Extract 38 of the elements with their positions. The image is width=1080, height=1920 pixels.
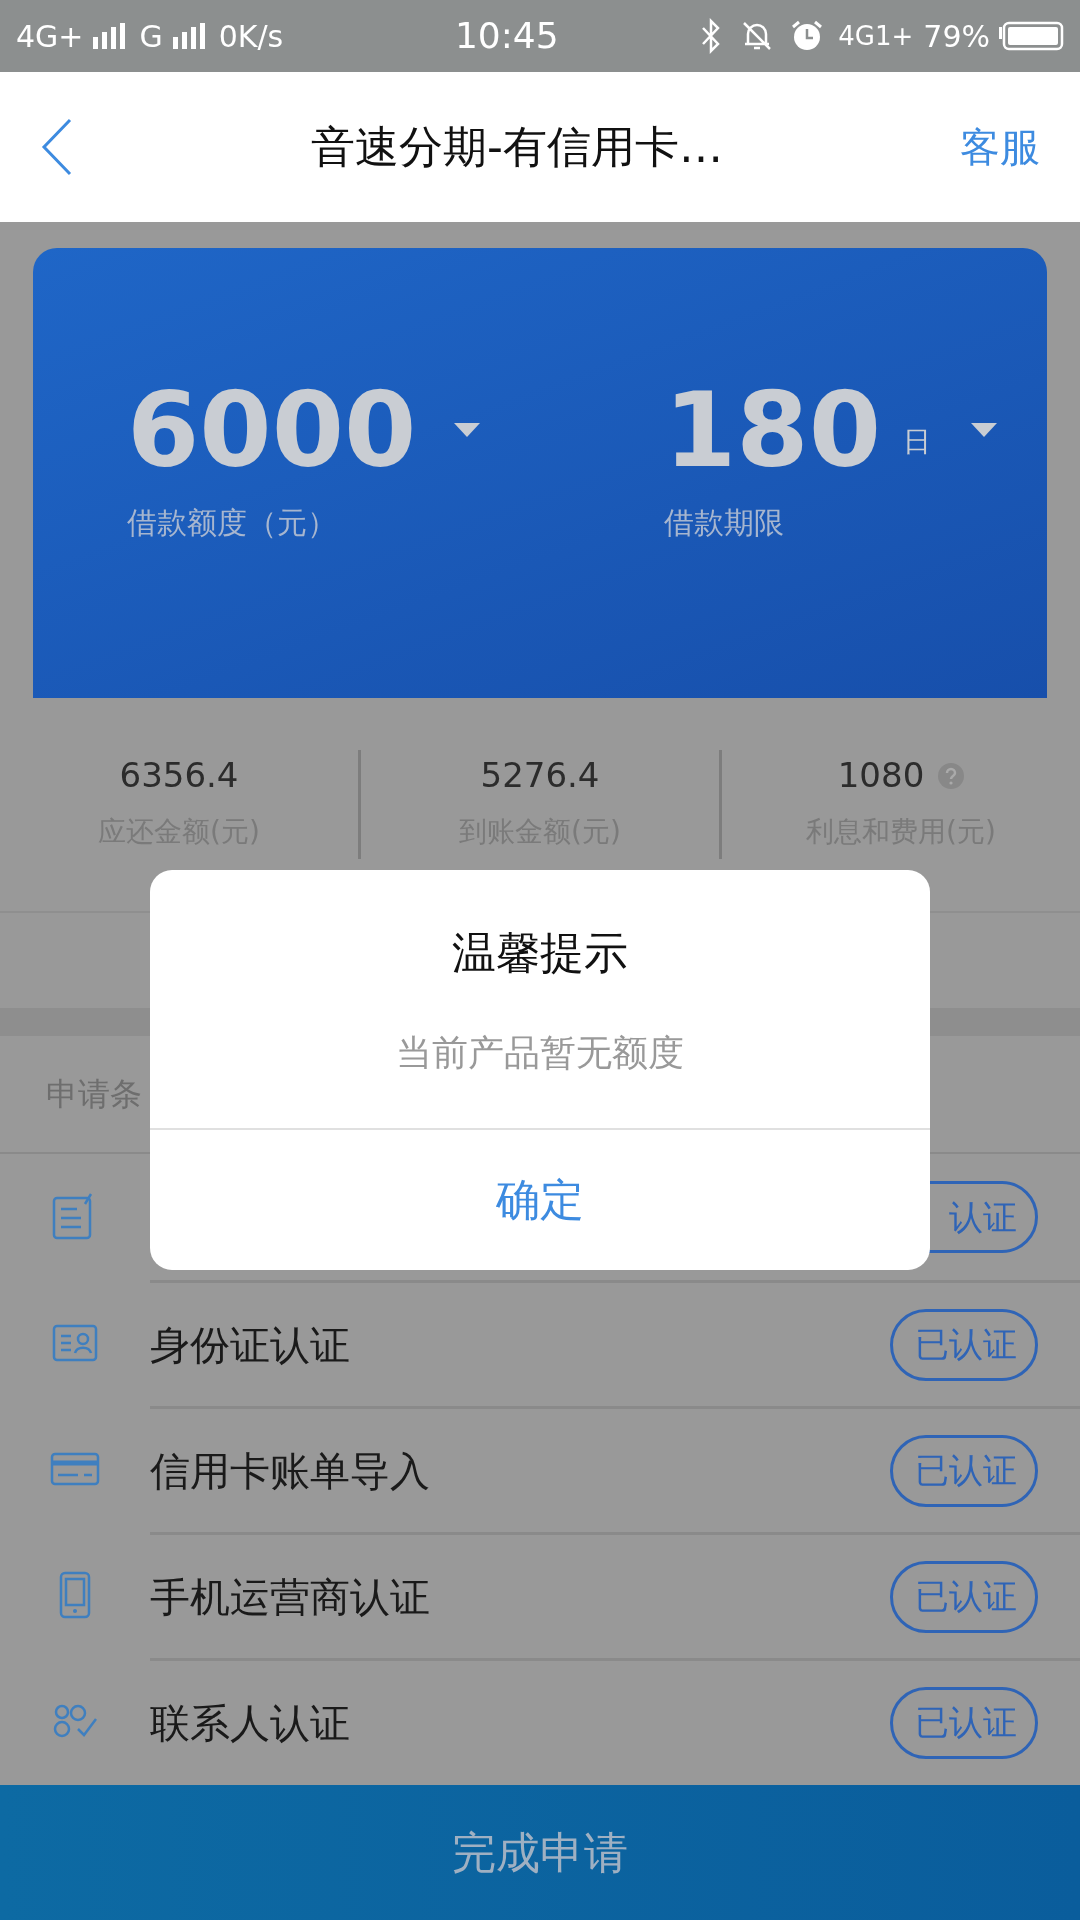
dropdown-icon[interactable] — [971, 423, 997, 437]
loan-term-label: 借款期限 — [664, 504, 785, 542]
battery-icon — [998, 21, 1064, 51]
page-title: 音速分期-有信用卡… — [311, 120, 723, 174]
dialog-title: 温馨提示 — [452, 926, 628, 980]
condition-label: 联系人认证 — [150, 1698, 350, 1748]
stat-value: 6356.4 — [119, 754, 239, 797]
verified-badge: 已认证 — [890, 1686, 1038, 1759]
network-speed: 0K/s — [218, 17, 284, 56]
signal-icon — [91, 23, 126, 49]
loan-term: 180 — [664, 378, 882, 482]
verified-badge: 已认证 — [890, 1560, 1038, 1633]
stat-value: 5276.4 — [480, 754, 600, 797]
battery-percent: 79% — [923, 17, 990, 56]
term-unit: 日 — [903, 424, 932, 460]
loan-amount: 6000 — [127, 378, 417, 482]
condition-label: 手机运营商认证 — [150, 1572, 430, 1622]
network-label: 4G1+ — [838, 19, 914, 53]
dialog-message: 当前产品暂无额度 — [396, 1031, 684, 1075]
network-label: G — [139, 17, 163, 56]
clock: 10:45 — [454, 14, 559, 58]
verified-badge: 已认证 — [890, 1308, 1038, 1381]
id-card-icon — [52, 1324, 98, 1362]
verified-badge: 已认证 — [890, 1434, 1038, 1507]
phone-icon — [58, 1571, 92, 1619]
network-label: 4G+ — [16, 17, 84, 56]
back-icon[interactable] — [40, 117, 74, 177]
loan-amount-label: 借款额度（元） — [127, 504, 338, 542]
customer-service-link[interactable]: 客服 — [960, 117, 1040, 177]
condition-label: 信用卡账单导入 — [150, 1446, 430, 1496]
condition-label: 身份证认证 — [150, 1320, 350, 1370]
submit-button[interactable]: 完成申请 — [0, 1785, 1080, 1920]
stat-value: 1080 — [837, 754, 925, 797]
alarm-icon — [790, 19, 825, 53]
dropdown-icon[interactable] — [454, 423, 480, 437]
credit-card-icon — [50, 1452, 100, 1486]
contacts-icon — [52, 1703, 98, 1739]
signal-icon — [170, 23, 205, 49]
